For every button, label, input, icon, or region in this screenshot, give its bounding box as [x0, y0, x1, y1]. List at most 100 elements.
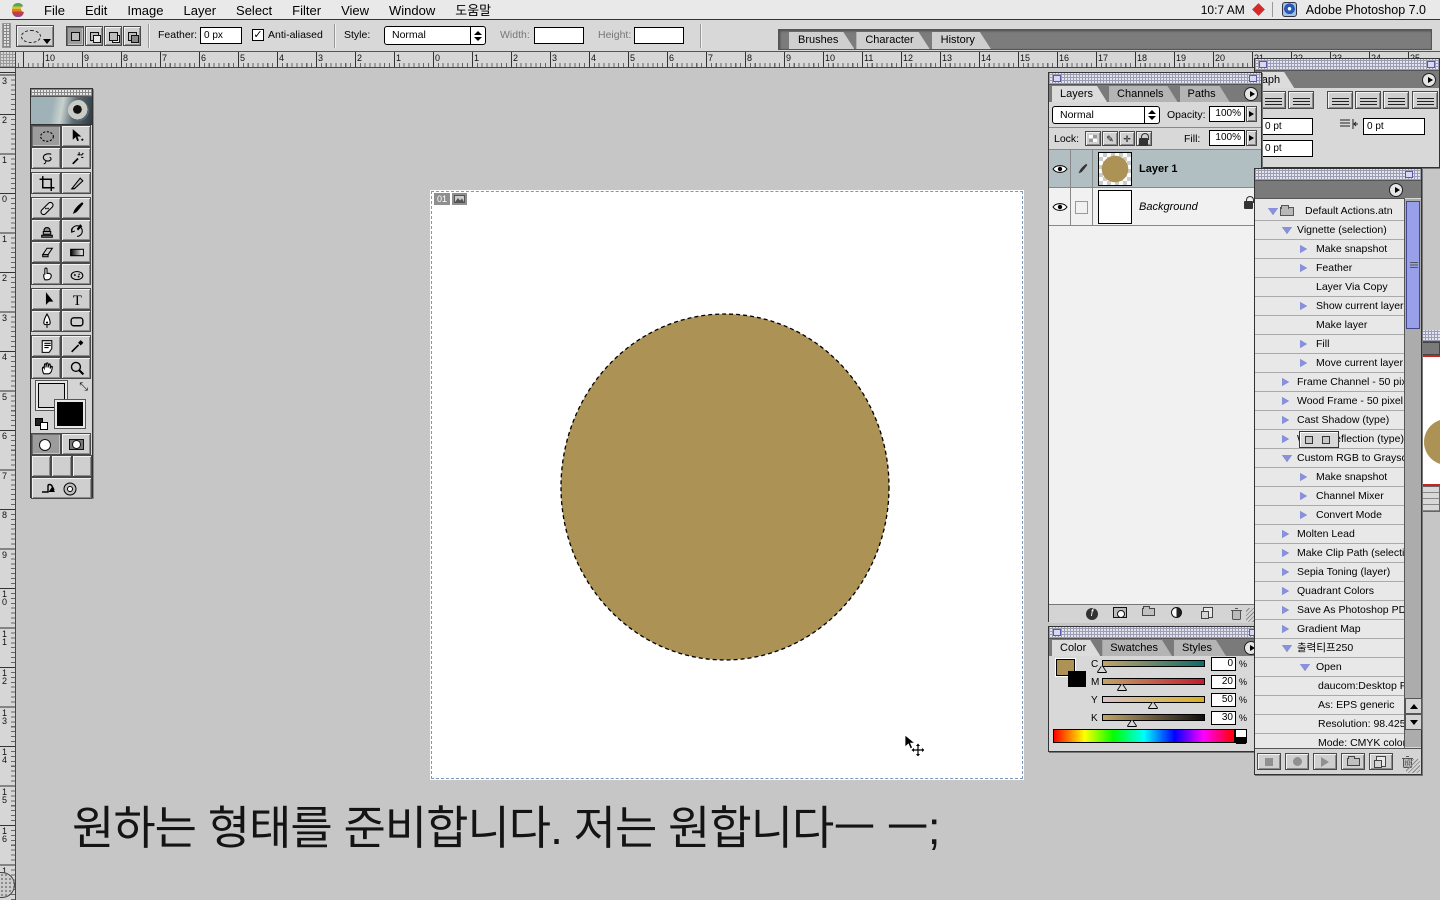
rounded-rectangle-tool[interactable]: [61, 310, 91, 332]
triangle-closed-icon[interactable]: [1300, 359, 1307, 367]
sponge-tool[interactable]: [61, 263, 91, 285]
zoom-tool[interactable]: [61, 357, 91, 379]
visibility-toggle[interactable]: [1049, 150, 1071, 188]
action-row-mode-cmyk-color[interactable]: Mode: CMYK color: [1255, 734, 1404, 748]
indent-first-field[interactable]: 0 pt: [1261, 140, 1313, 157]
feather-input[interactable]: 0 px: [200, 27, 242, 44]
width-input[interactable]: [534, 27, 584, 44]
close-box-icon[interactable]: [1259, 61, 1267, 68]
indent-left-field[interactable]: 0 pt: [1261, 118, 1313, 135]
quick-mask-mode-button[interactable]: [61, 433, 91, 455]
action-row-fill[interactable]: Fill: [1255, 335, 1404, 354]
justify-last-left-button[interactable]: [1327, 91, 1353, 109]
type-tool[interactable]: T: [61, 288, 91, 310]
tab-swatches[interactable]: Swatches: [1102, 640, 1172, 656]
triangle-closed-icon[interactable]: [1282, 568, 1289, 576]
zoom-box-icon[interactable]: [1249, 75, 1257, 82]
pen-tool[interactable]: [31, 310, 61, 332]
scroll-up-button[interactable]: [1405, 698, 1422, 714]
triangle-closed-icon[interactable]: [1300, 473, 1307, 481]
record-button[interactable]: [1285, 753, 1309, 770]
move-tool[interactable]: [61, 125, 91, 147]
action-row-make-snapshot[interactable]: Make snapshot: [1255, 468, 1404, 487]
action-row-channel-mixer[interactable]: Channel Mixer: [1255, 487, 1404, 506]
fill-value[interactable]: 100%: [1209, 130, 1245, 146]
standard-screen-button[interactable]: [31, 455, 51, 477]
tab-styles[interactable]: Styles: [1174, 640, 1226, 656]
dock-tab-history[interactable]: History: [932, 32, 991, 49]
standard-mode-button[interactable]: [31, 433, 61, 455]
clone-stamp-tool[interactable]: [31, 219, 61, 241]
triangle-closed-icon[interactable]: [1282, 549, 1289, 557]
new-layer-button[interactable]: [1197, 607, 1219, 621]
slider-thumb[interactable]: [1128, 720, 1136, 726]
dock-tab-character[interactable]: Character: [856, 32, 929, 49]
menu-image[interactable]: Image: [117, 3, 173, 18]
spectrum-end-swatches[interactable]: [1235, 729, 1247, 743]
action-row-vignette-selection[interactable]: Vignette (selection): [1255, 221, 1404, 240]
delete-layer-button[interactable]: [1225, 607, 1247, 621]
menu-item[interactable]: 도움말: [445, 3, 501, 18]
crop-tool[interactable]: [31, 172, 61, 194]
history-brush-tool[interactable]: [61, 219, 91, 241]
close-box-icon[interactable]: [1053, 75, 1061, 82]
layer-name[interactable]: Background: [1139, 201, 1198, 213]
document-canvas[interactable]: 01: [430, 190, 1024, 780]
actions-scrollbar[interactable]: [1404, 199, 1421, 747]
triangle-closed-icon[interactable]: [1282, 416, 1289, 424]
new-action-button[interactable]: [1369, 753, 1393, 770]
tab-channels[interactable]: Channels: [1109, 86, 1177, 102]
eyedropper-tool[interactable]: [61, 335, 91, 357]
brush-tool[interactable]: [61, 197, 91, 219]
palette-menu-button[interactable]: [1389, 183, 1403, 197]
color-spectrum-bar[interactable]: [1053, 729, 1235, 743]
scrollbar-thumb[interactable]: [1406, 201, 1420, 329]
action-row-show-current-layer[interactable]: Show current layer: [1255, 297, 1404, 316]
scroll-down-button[interactable]: [1405, 714, 1422, 730]
layer-name[interactable]: Layer 1: [1139, 163, 1178, 175]
swap-colors-icon[interactable]: ⤡: [79, 381, 88, 394]
triangle-closed-icon[interactable]: [1282, 606, 1289, 614]
action-row-quadrant-colors[interactable]: Quadrant Colors: [1255, 582, 1404, 601]
palette-menu-button[interactable]: [1422, 73, 1436, 87]
action-row-feather[interactable]: Feather: [1255, 259, 1404, 278]
lock-pixels-button[interactable]: ✎: [1102, 131, 1118, 146]
palette-menu-button[interactable]: [1244, 87, 1258, 101]
selection-mode-new-button[interactable]: [66, 26, 84, 46]
photoshop-app-icon[interactable]: [1282, 2, 1297, 17]
triangle-open-icon[interactable]: [1300, 664, 1310, 671]
lasso-tool[interactable]: [31, 147, 61, 169]
layer-thumbnail[interactable]: [1098, 190, 1132, 224]
action-row-make-clip-path-selectio[interactable]: Make Clip Path (selectio...: [1255, 544, 1404, 563]
action-row-gradient-map[interactable]: Gradient Map: [1255, 620, 1404, 639]
triangle-closed-icon[interactable]: [1282, 435, 1289, 443]
action-row-default-actions-atn[interactable]: Default Actions.atn: [1255, 202, 1404, 221]
triangle-open-icon[interactable]: [1282, 645, 1292, 652]
fill-slider-button[interactable]: [1246, 130, 1257, 146]
action-row-custom-rgb-to-graysc[interactable]: Custom RGB to Graysc...: [1255, 449, 1404, 468]
slider-thumb[interactable]: [1149, 702, 1157, 708]
default-colors-icon[interactable]: [35, 418, 49, 430]
menu-edit[interactable]: Edit: [75, 3, 117, 18]
blend-mode-popup[interactable]: Normal: [1052, 106, 1160, 124]
actions-title-bar[interactable]: [1255, 169, 1421, 181]
justify-all-button[interactable]: [1412, 91, 1438, 109]
channel-value-field[interactable]: 30: [1211, 711, 1236, 725]
gradient-tool[interactable]: [61, 241, 91, 263]
layer-row-background[interactable]: Background: [1049, 188, 1261, 226]
fullscreen-menubar-button[interactable]: [51, 455, 71, 477]
tab-paths[interactable]: Paths: [1180, 86, 1230, 102]
action-row-sepia-toning-layer[interactable]: Sepia Toning (layer): [1255, 563, 1404, 582]
toolbox-drag-bar[interactable]: [31, 89, 92, 97]
selection-mode-subtract-button[interactable]: [104, 26, 122, 46]
action-row-wood-frame-50-pixel[interactable]: Wood Frame - 50 pixel: [1255, 392, 1404, 411]
action-row-as-eps-generic[interactable]: As: EPS generic: [1255, 696, 1404, 715]
menu-layer[interactable]: Layer: [174, 3, 227, 18]
jump-to-imageready-button[interactable]: [31, 477, 92, 499]
action-row-make-layer[interactable]: Make layer: [1255, 316, 1404, 335]
channel-value-field[interactable]: 20: [1211, 675, 1236, 689]
layers-title-bar[interactable]: [1049, 73, 1261, 85]
opacity-slider-button[interactable]: [1246, 106, 1257, 122]
ruler-corner[interactable]: [0, 52, 16, 68]
fullscreen-button[interactable]: [72, 455, 92, 477]
